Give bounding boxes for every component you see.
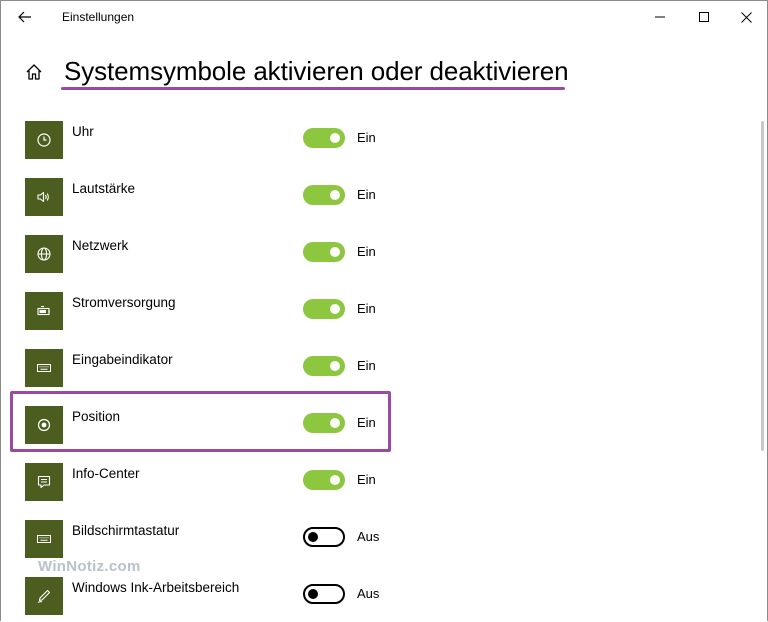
maximize-icon	[699, 12, 709, 22]
clock-icon	[37, 133, 51, 147]
tile-input-indicator	[25, 349, 63, 387]
setting-row-action-center: Info-Center Ein	[1, 463, 767, 503]
setting-row-power: Stromversorgung Ein	[1, 292, 767, 332]
back-button[interactable]	[15, 9, 35, 25]
close-button[interactable]	[723, 1, 768, 33]
battery-icon	[37, 305, 50, 316]
toggle-power[interactable]	[303, 299, 345, 319]
toggle-knob	[330, 475, 340, 485]
toggle-knob	[330, 304, 340, 314]
pen-icon	[37, 589, 51, 603]
toggle-knob	[330, 190, 340, 200]
setting-label: Uhr	[72, 124, 94, 139]
setting-row-volume: Lautstärke Ein	[1, 178, 767, 218]
setting-row-input-indicator: Eingabeindikator Ein	[1, 349, 767, 389]
toggle-state: Aus	[357, 586, 380, 601]
toggle-state: Ein	[357, 301, 376, 316]
toggle-clock[interactable]	[303, 128, 345, 148]
toggle-state: Ein	[357, 358, 376, 373]
minimize-icon	[655, 16, 665, 18]
toggle-network[interactable]	[303, 242, 345, 262]
toggle-knob	[308, 532, 318, 542]
highlight-box-position	[10, 391, 391, 452]
tile-touch-keyboard	[25, 520, 63, 558]
settings-window: Einstellungen Systemsymbole aktivieren o…	[0, 0, 768, 621]
toggle-knob	[330, 247, 340, 257]
tile-clock	[25, 121, 63, 159]
setting-row-network: Netzwerk Ein	[1, 235, 767, 275]
toggle-windows-ink[interactable]	[303, 584, 345, 604]
app-title: Einstellungen	[62, 10, 135, 24]
volume-icon	[37, 191, 49, 203]
tile-volume	[25, 178, 63, 216]
setting-label: Windows Ink-Arbeitsbereich	[72, 580, 240, 595]
setting-label: Eingabeindikator	[72, 352, 173, 367]
toggle-state: Ein	[357, 472, 376, 487]
setting-row-clock: Uhr Ein	[1, 121, 767, 161]
title-highlight-underline	[61, 87, 565, 90]
keyboard-icon	[37, 535, 51, 543]
toggle-state: Ein	[357, 187, 376, 202]
home-button[interactable]	[23, 61, 45, 83]
toggle-state: Ein	[357, 244, 376, 259]
toggle-input-indicator[interactable]	[303, 356, 345, 376]
action-center-icon	[37, 475, 51, 489]
toggle-state: Aus	[357, 529, 380, 544]
setting-label: Bildschirmtastatur	[72, 523, 180, 538]
tile-power	[25, 292, 63, 330]
globe-icon	[37, 247, 51, 261]
close-icon	[740, 11, 752, 23]
setting-label: Netzwerk	[72, 238, 129, 253]
minimize-button[interactable]	[637, 1, 683, 33]
tile-action-center	[25, 463, 63, 501]
setting-row-touch-keyboard: Bildschirmtastatur Aus	[1, 520, 767, 560]
toggle-touch-keyboard[interactable]	[303, 527, 345, 547]
scrollbar[interactable]	[761, 121, 764, 451]
setting-label: Lautstärke	[72, 181, 136, 196]
toggle-knob	[330, 361, 340, 371]
tile-windows-ink	[25, 577, 63, 615]
setting-row-windows-ink: Windows Ink-Arbeitsbereich Aus	[1, 577, 767, 617]
watermark: WinNotiz.com	[38, 558, 141, 575]
setting-label: Stromversorgung	[72, 295, 176, 310]
tile-network	[25, 235, 63, 273]
maximize-button[interactable]	[681, 1, 727, 33]
toggle-state: Ein	[357, 130, 376, 145]
home-icon	[26, 64, 42, 80]
back-arrow-icon	[18, 11, 31, 23]
title-bar: Einstellungen	[1, 1, 767, 33]
keyboard-icon	[37, 364, 51, 372]
page-title: Systemsymbole aktivieren oder deaktivier…	[64, 56, 569, 86]
toggle-knob	[308, 589, 318, 599]
toggle-knob	[330, 133, 340, 143]
toggle-volume[interactable]	[303, 185, 345, 205]
toggle-action-center[interactable]	[303, 470, 345, 490]
setting-label: Info-Center	[72, 466, 140, 481]
